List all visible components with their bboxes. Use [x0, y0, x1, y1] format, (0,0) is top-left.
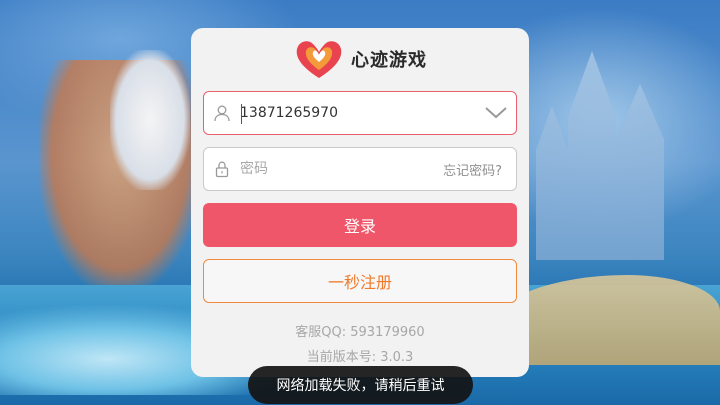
- user-icon: [204, 91, 240, 135]
- brand-name: 心迹游戏: [351, 50, 427, 71]
- text-cursor: [241, 104, 242, 124]
- heart-logo-icon: [296, 41, 342, 78]
- customer-service-qq: 客服QQ: 593179960: [295, 325, 425, 340]
- login-button[interactable]: 登录: [203, 203, 517, 247]
- chevron-down-icon: [485, 107, 507, 119]
- error-toast: 网络加载失败，请稍后重试: [248, 366, 473, 404]
- version-number: 当前版本号: 3.0.3: [306, 350, 414, 365]
- background-wings: [110, 50, 190, 190]
- forgot-password-link[interactable]: 忘记密码?: [443, 160, 516, 179]
- account-dropdown-button[interactable]: [476, 91, 516, 135]
- lock-icon: [204, 147, 240, 191]
- login-panel: 心迹游戏 忘记密码? 登录 一秒注册 客服QQ: 59317: [191, 28, 529, 377]
- background-castle: [536, 51, 664, 260]
- account-input[interactable]: [240, 93, 476, 133]
- register-button[interactable]: 一秒注册: [203, 259, 517, 303]
- password-input[interactable]: [240, 149, 444, 189]
- account-field[interactable]: [203, 91, 517, 135]
- password-field[interactable]: 忘记密码?: [203, 147, 517, 191]
- brand-logo: 心迹游戏: [191, 36, 529, 82]
